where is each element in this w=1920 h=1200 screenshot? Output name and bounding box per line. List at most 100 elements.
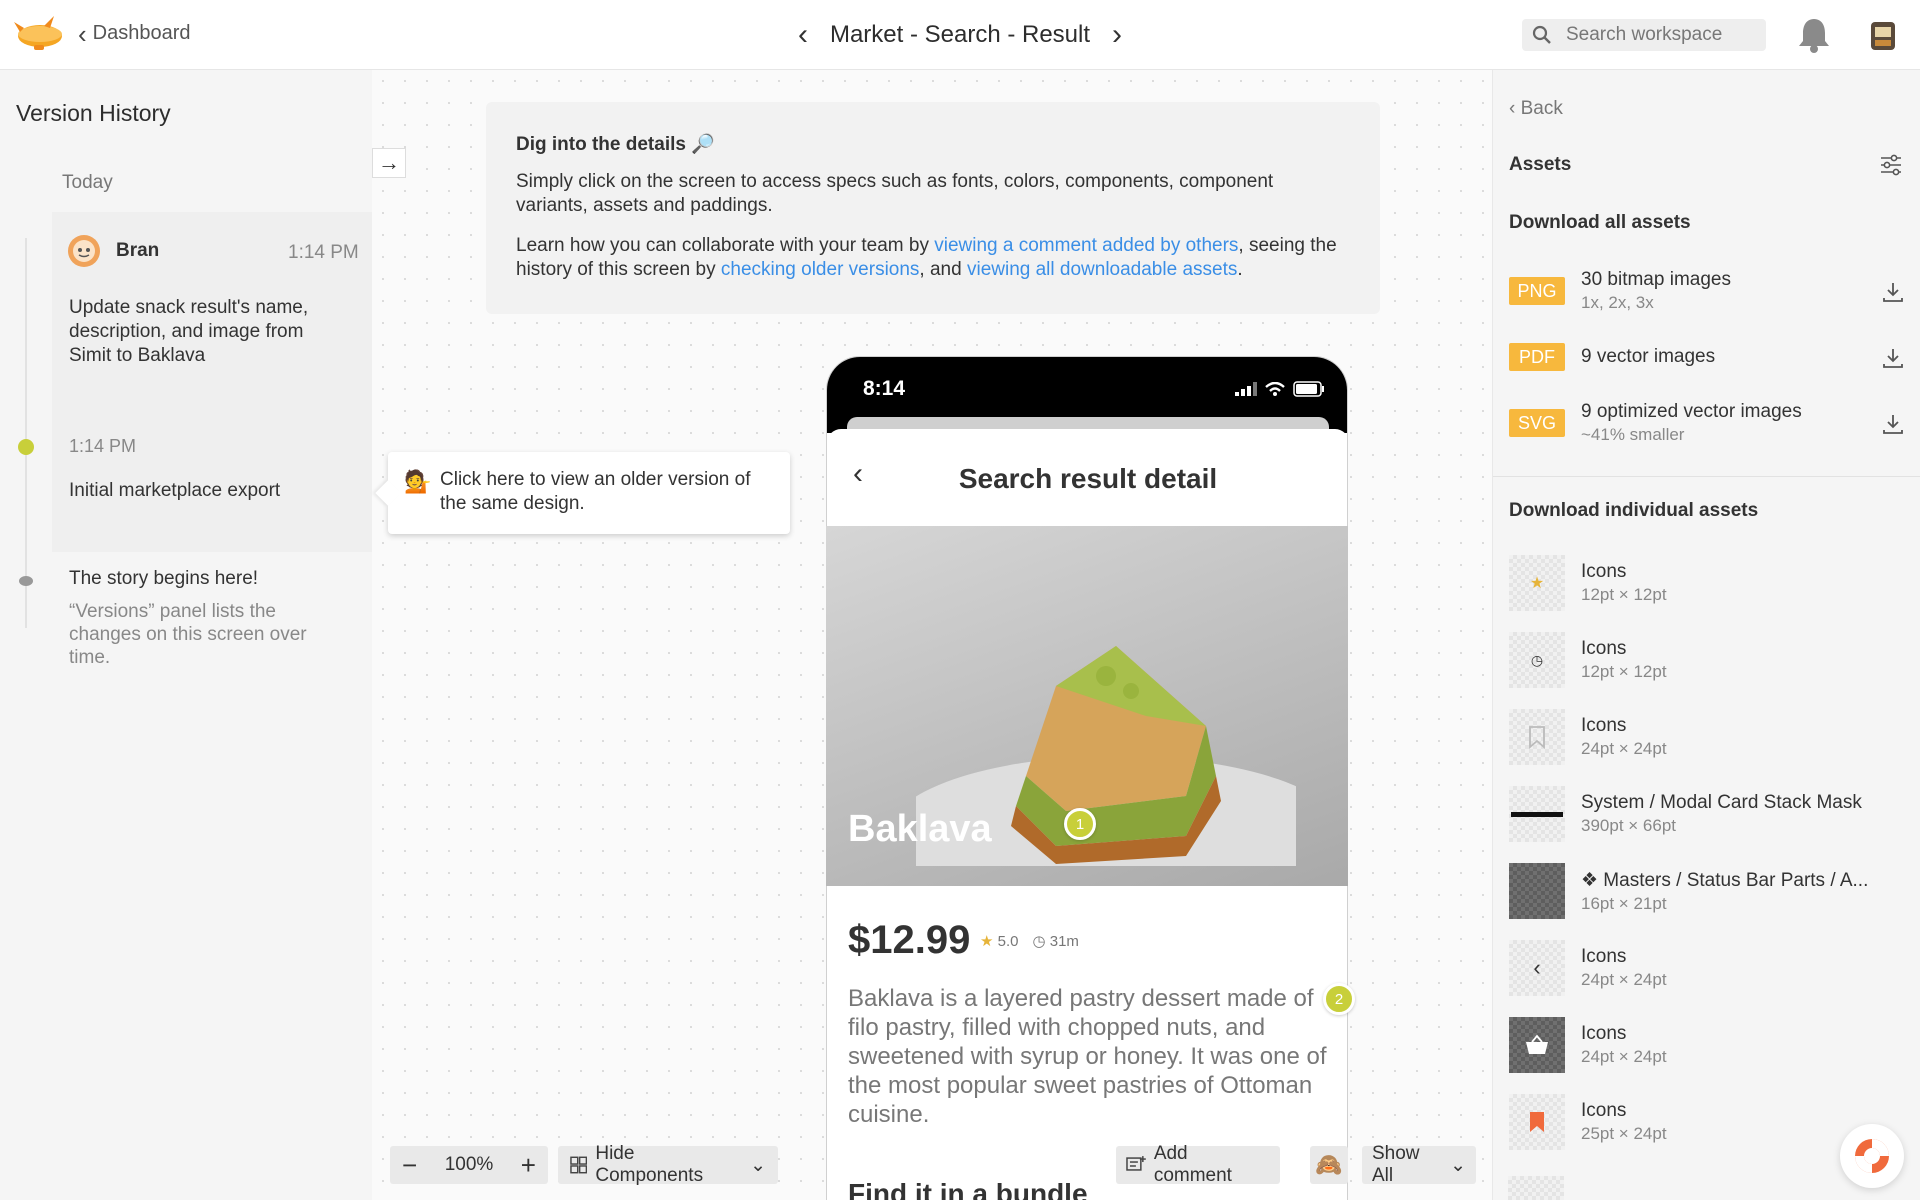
- asset-size: 12pt × 12pt: [1581, 585, 1667, 604]
- back-link[interactable]: ‹ Back: [1509, 98, 1563, 120]
- hide-components-button[interactable]: Hide Components ⌄: [558, 1143, 778, 1186]
- asset-text: Icons 24pt × 24pt: [1581, 1023, 1667, 1067]
- version-time: 1:14 PM: [69, 436, 137, 456]
- divider: [1493, 476, 1920, 477]
- asset-name: Icons: [1581, 946, 1627, 967]
- bookmark-filled-icon: [1509, 1094, 1565, 1150]
- add-comment-button[interactable]: Add comment: [1116, 1143, 1280, 1186]
- star-icon: ★: [1509, 555, 1565, 611]
- zoom-out-button[interactable]: −: [402, 1150, 417, 1181]
- signal-icon: [1235, 382, 1257, 396]
- older-versions-link[interactable]: checking older versions: [721, 259, 920, 280]
- asset-text: System / Modal Card Stack Mask 390pt × 6…: [1581, 792, 1862, 836]
- asset-name: Icons: [1581, 1023, 1627, 1044]
- collapse-panel-button[interactable]: →: [372, 148, 406, 178]
- section-title: Find it in a bundle: [848, 1178, 1088, 1200]
- format-row-svg[interactable]: SVG 9 optimized vector images ~41% small…: [1509, 398, 1905, 448]
- asset-size: 16pt × 21pt: [1581, 893, 1667, 913]
- asset-item-partial[interactable]: [1508, 1176, 1564, 1200]
- version-tooltip[interactable]: 💁 Click here to view an older version of…: [388, 452, 790, 534]
- search-icon: [1532, 25, 1551, 44]
- format-text: 9 optimized vector images ~41% smaller: [1581, 401, 1802, 445]
- asset-item[interactable]: System / Modal Card Stack Mask 390pt × 6…: [1509, 785, 1905, 843]
- version-time: 1:14 PM: [288, 242, 359, 263]
- bookmark-icon: [1509, 709, 1565, 765]
- assets-panel: ‹ Back Assets Download all assets PNG 30…: [1492, 70, 1920, 1200]
- version-author: Bran: [68, 235, 159, 267]
- product-description: Baklava is a layered pastry dessert made…: [848, 985, 1327, 1128]
- format-title: 9 vector images: [1581, 346, 1716, 367]
- asset-item[interactable]: ❖ Masters / Status Bar Parts / A... 16pt…: [1509, 862, 1905, 920]
- format-title: 9 optimized vector images: [1581, 401, 1802, 422]
- format-row-pdf[interactable]: PDF 9 vector images: [1509, 332, 1905, 382]
- show-all-label: Show All: [1372, 1143, 1420, 1186]
- downloadable-assets-link[interactable]: viewing all downloadable assets: [967, 259, 1237, 280]
- asset-item[interactable]: Icons 24pt × 24pt: [1509, 708, 1905, 766]
- download-all-assets-button[interactable]: Download all assets: [1509, 212, 1691, 234]
- info-card-paragraph: Learn how you can collaborate with your …: [516, 234, 1350, 282]
- version-description[interactable]: Update snack result's name, description,…: [69, 296, 349, 368]
- info-card-title: Dig into the details 🔎: [516, 134, 715, 155]
- version-history-panel: Version History Today Bran 1:14 PM Updat…: [0, 70, 372, 1200]
- clock-icon: ◷: [1032, 933, 1046, 950]
- view-comment-link[interactable]: viewing a comment added by others: [934, 235, 1238, 256]
- comment-pin[interactable]: 2: [1323, 983, 1355, 1015]
- star-icon: ★: [980, 933, 994, 950]
- user-avatar-icon[interactable]: [1868, 18, 1898, 52]
- notification-bell-icon[interactable]: [1797, 16, 1831, 54]
- asset-item[interactable]: ★ Icons 12pt × 12pt: [1509, 554, 1905, 612]
- zeppelin-logo-icon[interactable]: [14, 14, 66, 54]
- filter-sliders-icon[interactable]: [1879, 154, 1903, 176]
- add-comment-label: Add comment: [1153, 1143, 1232, 1186]
- back-label: Dashboard: [92, 22, 191, 44]
- asset-item[interactable]: ‹ Icons 24pt × 24pt: [1509, 939, 1905, 997]
- search-input[interactable]: [1566, 24, 1746, 46]
- battery-icon: [1293, 381, 1324, 397]
- zoom-in-button[interactable]: +: [521, 1150, 536, 1181]
- asset-text: ❖ Masters / Status Bar Parts / A... 16pt…: [1581, 869, 1868, 914]
- version-description[interactable]: Initial marketplace export: [69, 480, 280, 502]
- wifi-icon: [1265, 382, 1285, 396]
- next-screen-icon[interactable]: ›: [1112, 20, 1122, 50]
- download-icon[interactable]: [1881, 412, 1905, 436]
- comment-pin[interactable]: 1: [1064, 808, 1096, 840]
- rating: ★ 5.0: [980, 932, 1018, 950]
- text-fragment: .: [1237, 259, 1243, 280]
- top-bar: ‹ Dashboard ‹ Market - Search - Result ›: [0, 0, 1920, 70]
- avatar-face-icon: [73, 240, 95, 262]
- asset-size: 24pt × 24pt: [1581, 1047, 1667, 1066]
- asset-text: Icons 12pt × 12pt: [1581, 561, 1667, 605]
- zoom-level[interactable]: 100%: [445, 1154, 494, 1176]
- asset-size: 25pt × 24pt: [1581, 1124, 1667, 1143]
- author-name: Bran: [116, 240, 160, 261]
- lifebuoy-icon: [1855, 1139, 1889, 1173]
- show-all-dropdown[interactable]: Show All ⌄: [1362, 1143, 1476, 1186]
- status-icons: [1235, 381, 1325, 397]
- product-meta: ★ 5.0 ◷ 31m: [980, 932, 1079, 950]
- monkey-avatar-icon: 🙈: [1315, 1152, 1343, 1177]
- asset-name: Icons: [1581, 638, 1627, 659]
- asset-text: Icons 24pt × 24pt: [1581, 946, 1667, 990]
- timeline-dot: [19, 576, 33, 586]
- previous-screen-icon[interactable]: ‹: [798, 20, 808, 50]
- timeline-dot-active: [18, 439, 34, 455]
- tooltip-emoji-icon: 💁: [404, 469, 432, 494]
- format-title: 30 bitmap images: [1581, 269, 1731, 290]
- asset-text: Icons 12pt × 12pt: [1581, 638, 1667, 682]
- back-to-dashboard-link[interactable]: ‹ Dashboard: [78, 21, 191, 47]
- components-icon: [570, 1156, 588, 1174]
- onboarding-info-card: Dig into the details 🔎 Simply click on t…: [486, 102, 1380, 314]
- story-title: The story begins here!: [69, 568, 259, 589]
- hide-components-label: Hide Components: [595, 1143, 704, 1186]
- format-badge: SVG: [1509, 409, 1565, 437]
- user-avatar-button[interactable]: 🙈: [1310, 1146, 1348, 1184]
- download-icon[interactable]: [1881, 280, 1905, 304]
- screen-title: Market - Search - Result: [829, 21, 1091, 48]
- chevron-down-icon: ⌄: [1450, 1154, 1466, 1176]
- asset-item[interactable]: ◷ Icons 12pt × 12pt: [1509, 631, 1905, 689]
- asset-item[interactable]: Icons 24pt × 24pt: [1509, 1016, 1905, 1074]
- back-label: Back: [1520, 98, 1563, 119]
- format-row-png[interactable]: PNG 30 bitmap images 1x, 2x, 3x: [1509, 266, 1905, 316]
- download-icon[interactable]: [1881, 346, 1905, 370]
- help-button[interactable]: [1840, 1124, 1904, 1188]
